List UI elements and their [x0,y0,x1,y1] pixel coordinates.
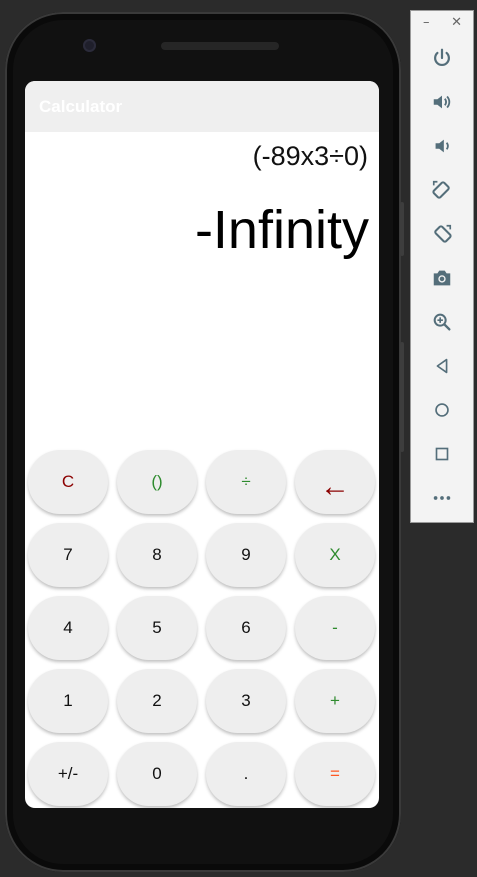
camera-icon[interactable] [411,263,473,293]
add-button[interactable]: + [295,669,375,733]
sign-toggle-button[interactable]: +/- [28,742,108,806]
parentheses-button[interactable]: () [117,450,197,514]
app-bar: Calculator [25,81,379,132]
zoom-icon[interactable] [411,307,473,337]
earpiece-speaker [161,42,279,50]
subtract-button[interactable]: - [295,596,375,660]
phone-frame: Calculator (-89x3÷0) -Infinity C () ÷ ← … [5,12,404,872]
digit-1-button[interactable]: 1 [28,669,108,733]
digit-8-button[interactable]: 8 [117,523,197,587]
divide-button[interactable]: ÷ [206,450,286,514]
digit-0-button[interactable]: 0 [117,742,197,806]
digit-5-button[interactable]: 5 [117,596,197,660]
digit-6-button[interactable]: 6 [206,596,286,660]
more-icon[interactable] [411,483,473,513]
keypad: C () ÷ ← 7 8 9 X 4 5 6 - 1 2 3 + +/- 0 .… [28,450,376,806]
minimize-button[interactable]: – [423,15,430,37]
equals-button[interactable]: = [295,742,375,806]
close-button[interactable]: ✕ [451,15,462,37]
result-display: -Infinity [194,200,369,260]
back-icon[interactable] [411,351,473,381]
volume-side-button [400,342,404,452]
decimal-button[interactable]: . [206,742,286,806]
volume-down-icon[interactable] [411,131,473,161]
digit-4-button[interactable]: 4 [28,596,108,660]
digit-9-button[interactable]: 9 [206,523,286,587]
multiply-button[interactable]: X [295,523,375,587]
digit-2-button[interactable]: 2 [117,669,197,733]
expression-display: (-89x3÷0) [252,141,368,171]
app-title: Calculator [39,96,123,116]
home-icon[interactable] [411,395,473,425]
digit-3-button[interactable]: 3 [206,669,286,733]
power-side-button [400,202,404,256]
volume-up-icon[interactable] [411,87,473,117]
emulator-toolbar: – ✕ [410,10,474,523]
digit-7-button[interactable]: 7 [28,523,108,587]
emulator-window-controls: – ✕ [411,11,473,37]
power-icon[interactable] [411,43,473,73]
clear-button[interactable]: C [28,450,108,514]
backspace-button[interactable]: ← [295,450,375,514]
front-camera [83,39,96,52]
rotate-right-icon[interactable] [411,219,473,249]
overview-icon[interactable] [411,439,473,469]
app-screen: Calculator (-89x3÷0) -Infinity C () ÷ ← … [25,81,379,808]
rotate-left-icon[interactable] [411,175,473,205]
